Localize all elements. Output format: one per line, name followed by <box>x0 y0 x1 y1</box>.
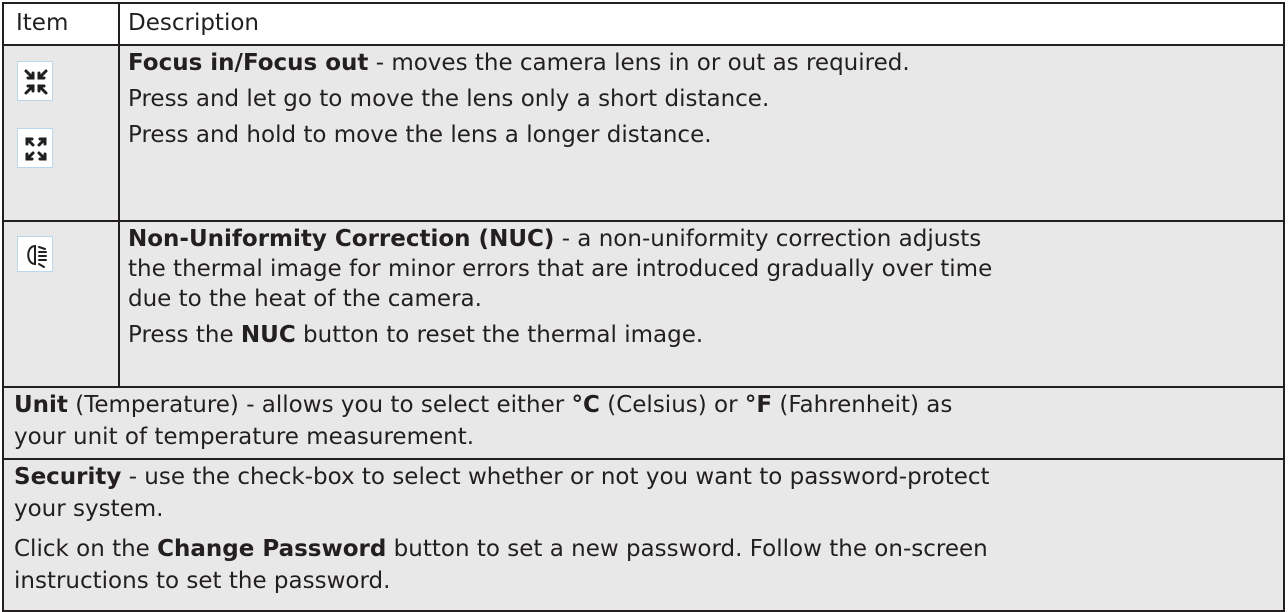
focus-line-long: Press and hold to move the lens a longer… <box>128 122 712 148</box>
nuc-line-2: the thermal image for minor errors that … <box>128 256 993 282</box>
focus-line-short: Press and let go to move the lens only a… <box>128 86 770 112</box>
focus-title-line: Focus in/Focus out - moves the camera le… <box>128 50 910 76</box>
nuc-title: Non-Uniformity Correction (NUC) <box>128 226 555 252</box>
focus-row: Focus in/Focus out - moves the camera le… <box>4 46 1283 220</box>
nuc-button-ref: NUC <box>240 322 296 348</box>
table-header-row: Item Description <box>4 4 1283 44</box>
unit-line-1: Unit (Temperature) - allows you to selec… <box>14 392 953 418</box>
security-line-1: Security - use the check-box to select w… <box>14 464 990 490</box>
focus-out-icon <box>17 128 53 168</box>
change-password-ref: Change Password <box>157 536 387 562</box>
feature-table: Item Description Focus in/Focus out - mo… <box>2 2 1285 612</box>
nuc-press-line: Press the NUC button to reset the therma… <box>128 322 704 348</box>
celsius-symbol: °C <box>571 392 600 418</box>
focus-title: Focus in/Focus out <box>128 50 369 76</box>
security-title: Security <box>14 464 122 490</box>
unit-row: Unit (Temperature) - allows you to selec… <box>4 388 1283 458</box>
fahrenheit-symbol: °F <box>744 392 773 418</box>
unit-line-2: your unit of temperature measurement. <box>14 424 475 450</box>
security-line-3: Click on the Change Password button to s… <box>14 536 988 562</box>
item-column-header: Item <box>16 10 69 36</box>
nuc-line-3: due to the heat of the camera. <box>128 286 482 312</box>
nuc-icon <box>17 236 53 272</box>
focus-in-icon <box>17 61 53 101</box>
security-line-4: instructions to set the password. <box>14 568 391 594</box>
nuc-title-line: Non-Uniformity Correction (NUC) - a non-… <box>128 226 982 252</box>
security-row: Security - use the check-box to select w… <box>4 460 1283 610</box>
description-column-header: Description <box>128 10 259 36</box>
nuc-row: Non-Uniformity Correction (NUC) - a non-… <box>4 222 1283 386</box>
unit-title: Unit <box>14 392 68 418</box>
security-line-2: your system. <box>14 496 164 522</box>
